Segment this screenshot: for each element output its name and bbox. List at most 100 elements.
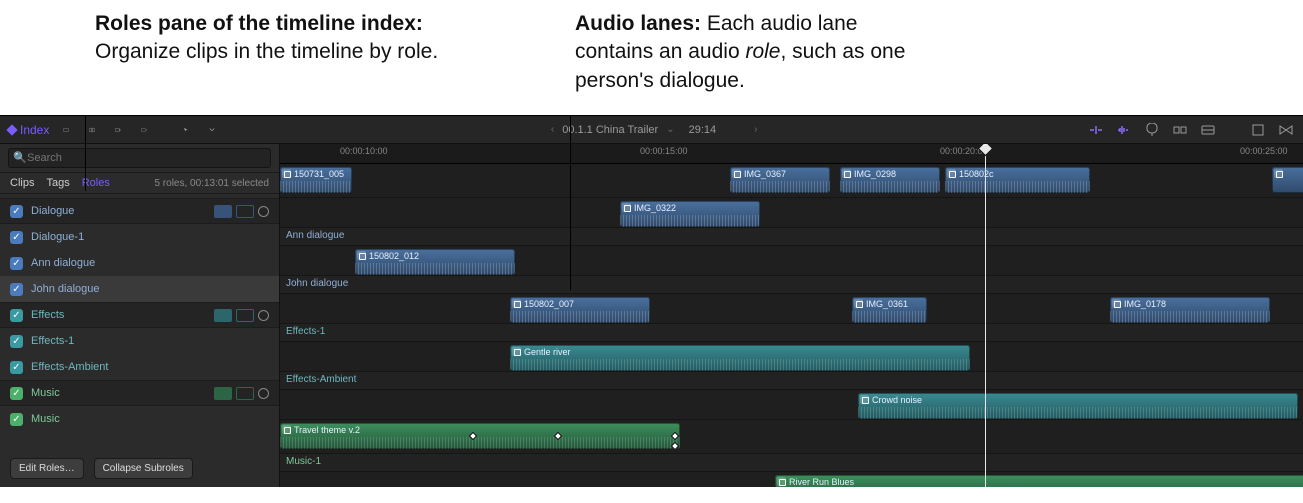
clip[interactable]: Gentle river [510, 345, 970, 371]
insert-tool-icon[interactable] [83, 121, 101, 139]
waveform-icon [620, 215, 760, 227]
timeline-lane[interactable]: Effects-Ambient [280, 372, 1303, 390]
skimming-icon[interactable] [1087, 121, 1105, 139]
ruler-tick: 00:00:25:00 [1240, 146, 1288, 156]
visibility-toggle-icon[interactable] [258, 206, 269, 217]
show-lanes-icon[interactable] [214, 387, 232, 400]
select-tool-icon[interactable] [177, 121, 195, 139]
visibility-toggle-icon[interactable] [258, 388, 269, 399]
checkbox-icon[interactable]: ✓ [10, 205, 23, 218]
clip-label: River Run Blues [789, 477, 854, 487]
tab-tags[interactable]: Tags [46, 177, 69, 189]
append-tool-icon[interactable] [109, 121, 127, 139]
ruler-tick: 00:00:15:00 [640, 146, 688, 156]
annotations-container: Roles pane of the timeline index: Organi… [0, 0, 1100, 115]
clip[interactable]: River Run Blues [775, 475, 1303, 487]
waveform-icon [280, 181, 352, 193]
role-row[interactable]: ✓Effects [0, 302, 279, 328]
prev-project-icon[interactable]: ‹ [551, 124, 554, 135]
timeline-lane[interactable]: IMG_0322 [280, 198, 1303, 228]
playhead[interactable] [985, 144, 986, 487]
role-row[interactable]: ✓Music [0, 380, 279, 406]
clip-role-badge-icon [622, 203, 631, 212]
checkbox-icon[interactable]: ✓ [10, 335, 23, 348]
timeline[interactable]: 00:00:10:0000:00:15:0000:00:20:0000:00:2… [280, 144, 1303, 487]
clip[interactable]: 150802_007 [510, 297, 650, 323]
role-row[interactable]: ✓Effects-1 [0, 328, 279, 354]
timeline-lane[interactable]: Effects-1 [280, 324, 1303, 342]
clip[interactable]: IMG_0178 [1110, 297, 1270, 323]
clip-label: 150802c [959, 169, 994, 179]
timeline-lane[interactable]: Ann dialogue [280, 228, 1303, 246]
clip[interactable]: IMG_0322 [620, 201, 760, 227]
timeline-lane[interactable]: River Run Blues [280, 472, 1303, 487]
timeline-lane[interactable]: Crowd noise [280, 390, 1303, 420]
waveform-icon [852, 311, 927, 323]
clip-label: IMG_0322 [634, 203, 676, 213]
tab-clips[interactable]: Clips [10, 177, 34, 189]
show-lanes-icon[interactable] [214, 205, 232, 218]
waveform-icon [730, 181, 830, 193]
checkbox-icon[interactable]: ✓ [10, 309, 23, 322]
checkbox-icon[interactable]: ✓ [10, 361, 23, 374]
role-row[interactable]: ✓Dialogue-1 [0, 224, 279, 250]
timeline-lane[interactable]: Gentle river [280, 342, 1303, 372]
snapping-icon[interactable] [1171, 121, 1189, 139]
position-tool-icon[interactable] [57, 121, 75, 139]
solo-icon[interactable] [1143, 121, 1161, 139]
search-input[interactable] [8, 148, 271, 168]
clip[interactable]: Crowd noise [858, 393, 1298, 419]
clip[interactable]: 150731_005 [280, 167, 352, 193]
clip[interactable]: IMG_0298 [840, 167, 940, 193]
role-row[interactable]: ✓John dialogue [0, 276, 279, 302]
timeline-lane[interactable]: Music-1 [280, 454, 1303, 472]
clip[interactable] [1272, 167, 1303, 193]
sidebar-footer: Edit Roles… Collapse Subroles [0, 452, 279, 487]
focus-icon[interactable] [236, 205, 254, 218]
clip[interactable]: Travel theme v.2 [280, 423, 680, 449]
checkbox-icon[interactable]: ✓ [10, 413, 23, 426]
edit-roles-button[interactable]: Edit Roles… [10, 458, 84, 479]
role-row[interactable]: ✓Effects-Ambient [0, 354, 279, 380]
timeline-lane[interactable]: 150802_012 [280, 246, 1303, 276]
visibility-toggle-icon[interactable] [258, 310, 269, 321]
project-selector[interactable]: ‹ 00.1.1 China Trailer ⌄ 29:14 › [551, 124, 758, 136]
show-lanes-icon[interactable] [214, 309, 232, 322]
timeline-lane[interactable]: Travel theme v.2 [280, 420, 1303, 454]
overwrite-tool-icon[interactable] [135, 121, 153, 139]
checkbox-icon[interactable]: ✓ [10, 283, 23, 296]
role-row[interactable]: ✓Music [0, 406, 279, 432]
project-dropdown-icon[interactable]: ⌄ [666, 124, 674, 135]
checkbox-icon[interactable]: ✓ [10, 257, 23, 270]
role-row[interactable]: ✓Ann dialogue [0, 250, 279, 276]
timeline-lane[interactable]: 150731_005 IMG_0367 IMG_0298 150802c [280, 164, 1303, 198]
clip[interactable]: 150802_012 [355, 249, 515, 275]
waveform-icon [945, 181, 1090, 193]
clip[interactable]: 150802c [945, 167, 1090, 193]
timeline-index-sidebar: 🔍 Clips Tags Roles 5 roles, 00:13:01 sel… [0, 144, 280, 487]
index-icon [6, 124, 17, 135]
time-ruler[interactable]: 00:00:10:0000:00:15:0000:00:20:0000:00:2… [280, 144, 1303, 164]
checkbox-icon[interactable]: ✓ [10, 231, 23, 244]
audio-skimming-icon[interactable] [1115, 121, 1133, 139]
clip[interactable]: IMG_0367 [730, 167, 830, 193]
view-options-icon[interactable] [1199, 121, 1217, 139]
role-row[interactable]: ✓ Dialogue [0, 198, 279, 224]
tool-dropdown-icon[interactable] [203, 121, 221, 139]
effects-browser-icon[interactable] [1249, 121, 1267, 139]
checkbox-icon[interactable]: ✓ [10, 387, 23, 400]
transitions-browser-icon[interactable] [1277, 121, 1295, 139]
collapse-subroles-button[interactable]: Collapse Subroles [94, 458, 193, 479]
index-button[interactable]: Index [8, 123, 49, 137]
next-project-icon[interactable]: › [754, 124, 757, 135]
timeline-lane[interactable]: 150802_007 IMG_0361 IMG_0178 [280, 294, 1303, 324]
focus-icon[interactable] [236, 387, 254, 400]
clip[interactable]: IMG_0361 [852, 297, 927, 323]
focus-icon[interactable] [236, 309, 254, 322]
timeline-lane[interactable]: John dialogue [280, 276, 1303, 294]
role-label: Dialogue [31, 205, 206, 217]
clip-role-badge-icon [860, 395, 869, 404]
annotation-roles-pane: Roles pane of the timeline index: Organi… [95, 10, 455, 95]
clip-label: IMG_0367 [744, 169, 786, 179]
clip-label: Gentle river [524, 347, 571, 357]
